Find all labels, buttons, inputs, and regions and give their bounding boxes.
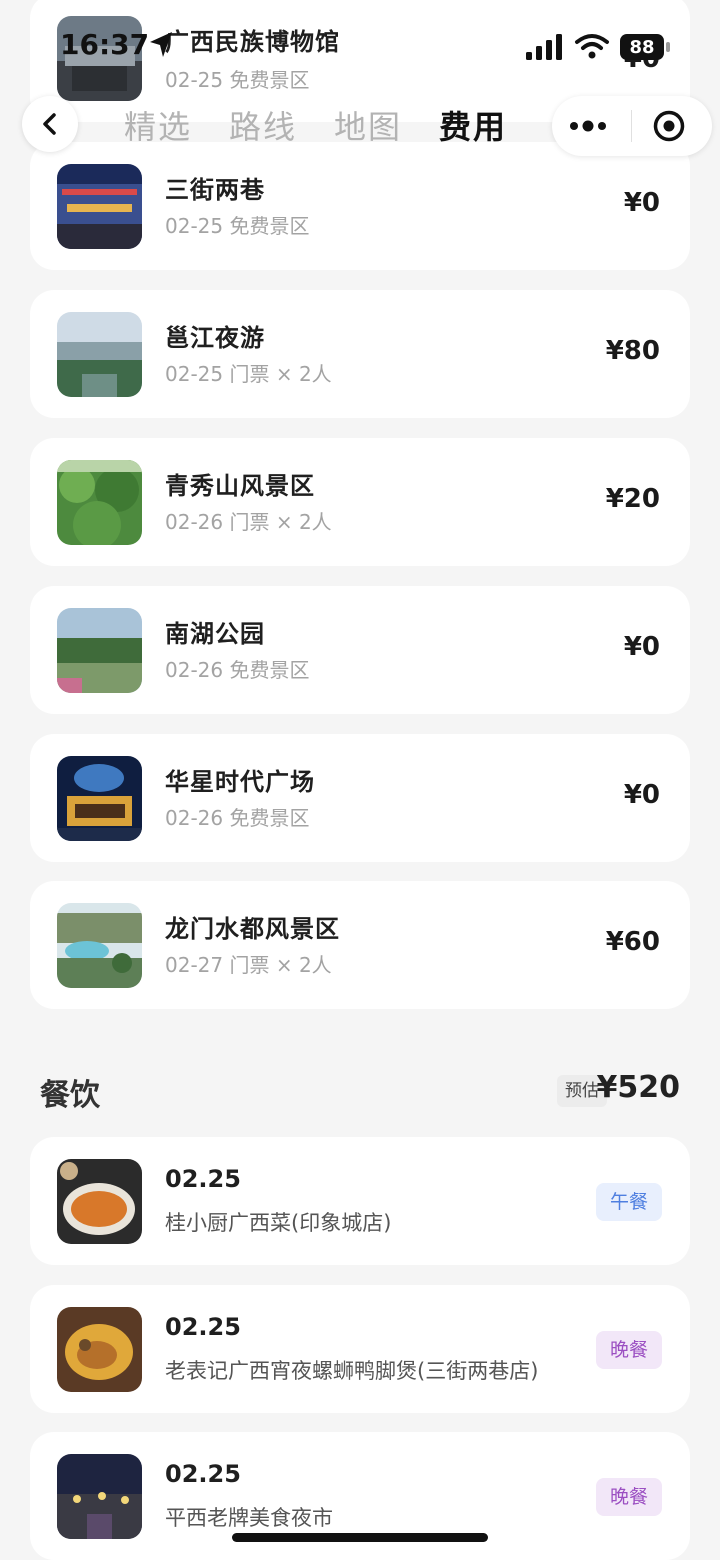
attraction-name: 邕江夜游 — [165, 324, 265, 352]
meal-date: 02.25 — [165, 1460, 241, 1488]
top-nav-bar: 精选 路线 地图 费用 — [0, 96, 720, 158]
meal-date: 02.25 — [165, 1165, 241, 1193]
back-button[interactable] — [22, 96, 78, 152]
location-arrow-icon — [150, 32, 172, 57]
attraction-price: ¥0 — [623, 188, 660, 218]
meal-thumbnail — [57, 1454, 142, 1539]
chevron-left-icon — [43, 113, 56, 135]
tab-map[interactable]: 地图 — [334, 102, 402, 148]
meal-type-badge: 晚餐 — [595, 1331, 662, 1369]
attraction-price: ¥20 — [605, 484, 660, 514]
close-mini-program-icon[interactable] — [652, 109, 686, 143]
mini-program-capsule — [552, 96, 712, 156]
attraction-name: 青秀山风景区 — [165, 472, 315, 500]
attraction-thumbnail — [57, 608, 142, 693]
wifi-icon — [575, 34, 609, 59]
attraction-detail: 02-26 免费景区 — [165, 806, 310, 830]
attraction-name: 南湖公园 — [165, 620, 265, 648]
more-icon[interactable] — [568, 114, 608, 138]
meal-card[interactable]: 02.25 桂小厨广西菜(印象城店) 午餐 — [30, 1137, 690, 1265]
attraction-card[interactable]: 华星时代广场 02-26 免费景区 ¥0 — [30, 734, 690, 862]
meal-type-badge: 晚餐 — [595, 1478, 662, 1516]
meal-name: 平西老牌美食夜市 — [165, 1506, 333, 1530]
estimate-value: ¥520 — [596, 1070, 681, 1105]
meal-type-badge: 午餐 — [595, 1183, 662, 1221]
attraction-price: ¥80 — [605, 336, 660, 366]
tab-cost[interactable]: 费用 — [439, 102, 507, 148]
cellular-signal-icon — [526, 34, 562, 60]
meal-thumbnail — [57, 1307, 142, 1392]
meal-date: 02.25 — [165, 1313, 241, 1341]
attraction-card[interactable]: 三街两巷 02-25 免费景区 ¥0 — [30, 142, 690, 270]
attraction-thumbnail — [57, 756, 142, 841]
attraction-detail: 02-25 门票 × 2人 — [165, 362, 332, 386]
tab-bar: 精选 路线 地图 费用 — [124, 102, 544, 148]
attraction-name: 华星时代广场 — [165, 768, 315, 796]
meal-thumbnail — [57, 1159, 142, 1244]
attraction-thumbnail — [57, 312, 142, 397]
battery-cap — [666, 42, 670, 52]
capsule-divider — [631, 110, 632, 142]
dining-section-title: 餐饮 — [40, 1078, 100, 1113]
tab-featured[interactable]: 精选 — [124, 102, 192, 148]
attraction-name: 龙门水都风景区 — [165, 915, 340, 943]
attraction-price: ¥60 — [605, 927, 660, 957]
attraction-card[interactable]: 南湖公园 02-26 免费景区 ¥0 — [30, 586, 690, 714]
attraction-detail: 02-25 免费景区 — [165, 214, 310, 238]
home-indicator — [232, 1533, 488, 1542]
battery-level: 88 — [629, 36, 655, 58]
attraction-detail: 02-26 免费景区 — [165, 658, 310, 682]
attraction-card[interactable]: 邕江夜游 02-25 门票 × 2人 ¥80 — [30, 290, 690, 418]
attraction-price: ¥0 — [623, 780, 660, 810]
battery-indicator: 88 — [620, 34, 664, 60]
attraction-detail: 02-27 门票 × 2人 — [165, 953, 332, 977]
attraction-name: 三街两巷 — [165, 176, 265, 204]
meal-name: 老表记广西宵夜螺蛳鸭脚煲(三街两巷店) — [165, 1359, 539, 1383]
tab-route[interactable]: 路线 — [229, 102, 297, 148]
attraction-thumbnail — [57, 903, 142, 988]
attraction-price: ¥0 — [623, 632, 660, 662]
attraction-detail: 02-26 门票 × 2人 — [165, 510, 332, 534]
attraction-thumbnail — [57, 164, 142, 249]
attraction-name: 广西民族博物馆 — [165, 28, 340, 56]
attraction-thumbnail — [57, 460, 142, 545]
status-time: 16:37 — [60, 28, 150, 61]
attraction-card[interactable]: 龙门水都风景区 02-27 门票 × 2人 ¥60 — [30, 881, 690, 1009]
meal-name: 桂小厨广西菜(印象城店) — [165, 1211, 392, 1235]
meal-card[interactable]: 02.25 老表记广西宵夜螺蛳鸭脚煲(三街两巷店) 晚餐 — [30, 1285, 690, 1413]
attraction-card[interactable]: 青秀山风景区 02-26 门票 × 2人 ¥20 — [30, 438, 690, 566]
attraction-detail: 02-25 免费景区 — [165, 68, 310, 92]
